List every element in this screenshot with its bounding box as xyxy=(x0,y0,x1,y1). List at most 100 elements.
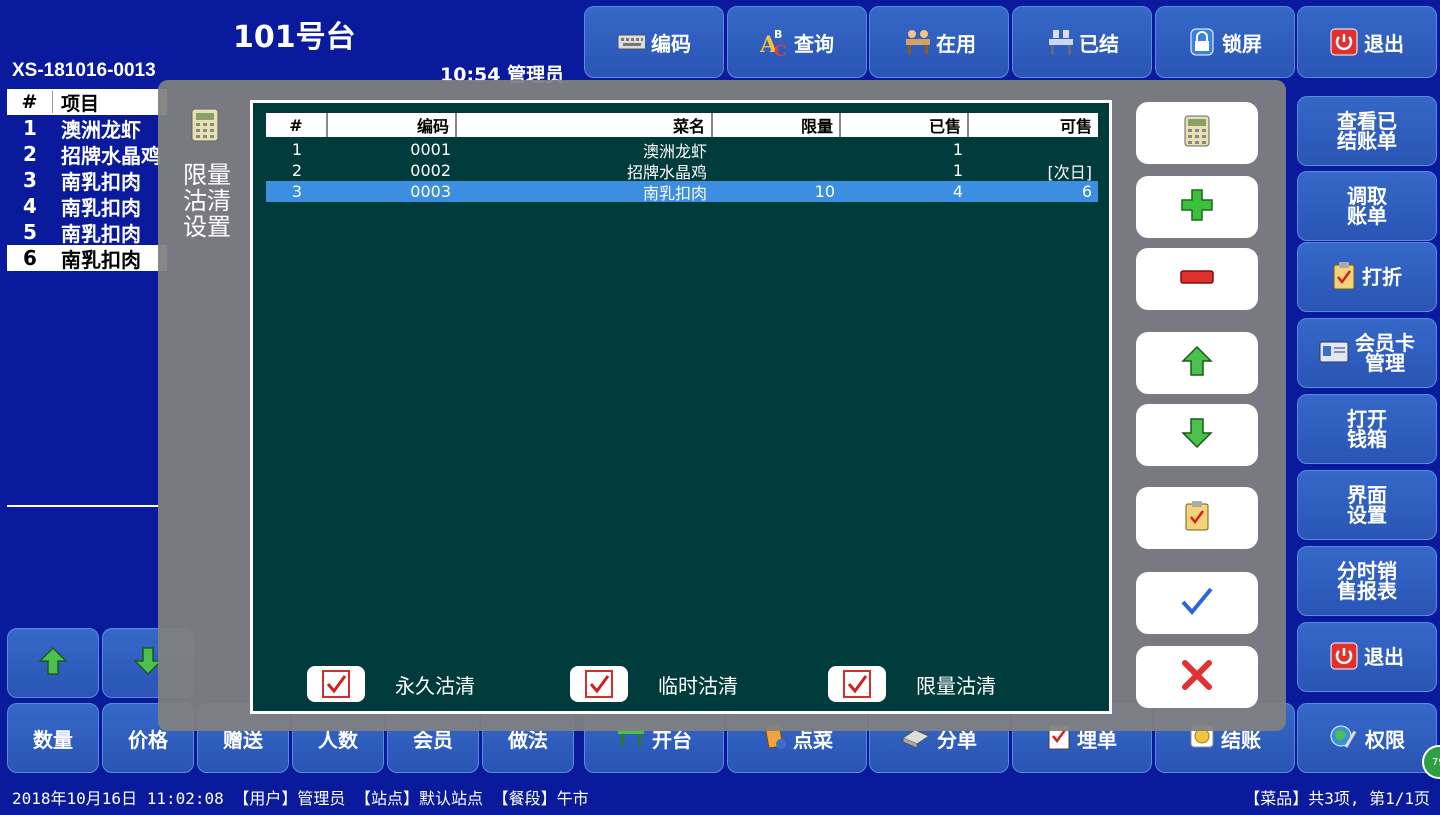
quantity-button[interactable]: 数量 xyxy=(7,703,99,773)
scroll-up-button[interactable] xyxy=(7,628,99,698)
table-row[interactable]: 2 0002 招牌水晶鸡 1 [次日] xyxy=(266,160,1098,182)
calculator-button[interactable] xyxy=(1136,102,1258,164)
list-item-name: 南乳扣肉 xyxy=(61,221,141,246)
search-label: 查询 xyxy=(794,31,834,56)
discount-button[interactable]: 打折 xyxy=(1297,242,1437,312)
cell-available: [次日] xyxy=(1047,162,1093,182)
limit-sold-out-label: 限量沽清 xyxy=(916,673,996,698)
hourly-sales-report-label: 分时销 售报表 xyxy=(1337,559,1397,603)
move-down-button[interactable] xyxy=(1136,404,1258,466)
cancel-button[interactable] xyxy=(1136,646,1258,708)
settled-table-icon xyxy=(1045,28,1073,56)
list-item-num: 6 xyxy=(23,246,37,270)
lock-label: 锁屏 xyxy=(1222,31,1262,56)
cancel-x-icon xyxy=(1181,659,1213,695)
grid-header: # 编码 菜名 限量 已售 可售 xyxy=(266,113,1098,137)
table-row[interactable]: 1 0001 澳洲龙虾 1 xyxy=(266,139,1098,161)
cell-available: 6 xyxy=(1081,182,1092,201)
list-item-name: 澳洲龙虾 xyxy=(61,117,141,142)
sold-out-limit-dialog: 限量 沽清 设置 # 编码 菜名 限量 已售 可售 1 0001 澳洲龙虾 1 … xyxy=(158,80,1286,731)
code-button[interactable]: 编码 xyxy=(584,6,724,78)
order-number: XS-181016-0013 xyxy=(12,60,156,81)
ui-settings-label: 界面 设置 xyxy=(1347,483,1387,527)
discount-label: 打折 xyxy=(1362,265,1402,289)
list-item-name: 招牌水晶鸡 xyxy=(61,143,161,168)
cell-limit: 10 xyxy=(814,182,835,201)
permanent-sold-out-checkbox[interactable]: 永久沽清 xyxy=(307,666,475,702)
confirm-button[interactable] xyxy=(1136,572,1258,634)
exit-button-side[interactable]: 退出 xyxy=(1297,622,1437,692)
exit-label: 退出 xyxy=(1364,31,1404,56)
settled-button[interactable]: 已结 xyxy=(1012,6,1152,78)
cell-name: 澳洲龙虾 xyxy=(642,141,707,161)
list-item[interactable]: 4 南乳扣肉 xyxy=(7,193,167,220)
permanent-sold-out-label: 永久沽清 xyxy=(395,673,475,698)
list-item-name: 南乳扣肉 xyxy=(61,247,141,272)
search-abc-icon: ACB xyxy=(760,28,788,58)
col-available-header[interactable]: 可售 xyxy=(969,113,1098,137)
cell-num: 1 xyxy=(291,140,303,159)
permissions-label: 权限 xyxy=(1365,727,1405,752)
quantity-label: 数量 xyxy=(33,727,73,752)
keyboard-icon xyxy=(617,28,645,56)
view-settled-bills-label: 查看已 结账单 xyxy=(1337,109,1397,153)
edit-button[interactable] xyxy=(1136,487,1258,549)
arrow-down-icon xyxy=(1180,416,1214,454)
col-sold-header[interactable]: 已售 xyxy=(841,113,969,137)
col-limit-header[interactable]: 限量 xyxy=(713,113,841,137)
in-use-button[interactable]: 在用 xyxy=(869,6,1009,78)
dialog-title-line: 设置 xyxy=(183,213,231,241)
add-button[interactable] xyxy=(1136,176,1258,238)
view-settled-bills-button[interactable]: 查看已 结账单 xyxy=(1297,96,1437,166)
cell-sold: 1 xyxy=(952,161,963,180)
list-item-num: 2 xyxy=(23,142,37,166)
dialog-title-line: 沽清 xyxy=(183,187,231,215)
limit-sold-out-checkbox[interactable]: 限量沽清 xyxy=(828,666,996,702)
exit-button-top[interactable]: 退出 xyxy=(1297,6,1437,78)
cell-code: 0002 xyxy=(410,161,451,180)
list-item[interactable]: 2 招牌水晶鸡 xyxy=(7,141,167,168)
check-icon xyxy=(585,670,613,698)
checkbox-box xyxy=(307,666,365,702)
member-card-button[interactable]: 会员卡 管理 xyxy=(1297,318,1437,388)
table-row-selected[interactable]: 3 0003 南乳扣肉 10 4 6 xyxy=(266,181,1098,203)
open-cash-drawer-button[interactable]: 打开 钱箱 xyxy=(1297,394,1437,464)
list-item-selected[interactable]: 6 南乳扣肉 xyxy=(7,245,167,272)
retrieve-bill-button[interactable]: 调取 账单 xyxy=(1297,171,1437,241)
ui-settings-button[interactable]: 界面 设置 xyxy=(1297,470,1437,540)
status-left: 2018年10月16日 11:02:08 【用户】管理员 【站点】默认站点 【餐… xyxy=(12,788,589,808)
in-use-label: 在用 xyxy=(936,31,976,56)
order-list-header: # 项目 xyxy=(7,89,167,115)
lock-screen-button[interactable]: 锁屏 xyxy=(1155,6,1295,78)
move-up-button[interactable] xyxy=(1136,332,1258,394)
list-item-name: 南乳扣肉 xyxy=(61,169,141,194)
temporary-sold-out-checkbox[interactable]: 临时沽清 xyxy=(570,666,738,702)
arrow-up-icon xyxy=(37,645,69,681)
list-item[interactable]: 3 南乳扣肉 xyxy=(7,167,167,194)
list-item-num: 1 xyxy=(23,116,37,140)
status-bar: 2018年10月16日 11:02:08 【用户】管理员 【站点】默认站点 【餐… xyxy=(0,778,1440,815)
cell-num: 2 xyxy=(291,161,303,180)
cell-limit xyxy=(713,160,841,181)
temporary-sold-out-label: 临时沽清 xyxy=(658,673,738,698)
power-icon xyxy=(1330,28,1358,56)
retrieve-bill-label: 调取 账单 xyxy=(1347,184,1387,228)
remove-button[interactable] xyxy=(1136,248,1258,310)
list-item[interactable]: 5 南乳扣肉 xyxy=(7,219,167,246)
plus-icon xyxy=(1179,187,1215,227)
clipboard-check-icon xyxy=(1332,261,1356,294)
exit-label: 退出 xyxy=(1364,645,1404,669)
col-code-header[interactable]: 编码 xyxy=(328,113,457,137)
order-list-header-num: # xyxy=(7,91,53,113)
permissions-button[interactable]: 权限 xyxy=(1297,703,1437,773)
hourly-sales-report-button[interactable]: 分时销 售报表 xyxy=(1297,546,1437,616)
search-button[interactable]: ACB 查询 xyxy=(727,6,867,78)
list-item[interactable]: 1 澳洲龙虾 xyxy=(7,115,167,142)
col-num-header[interactable]: # xyxy=(266,113,328,137)
svg-text:B: B xyxy=(774,28,782,41)
dialog-title-line: 限量 xyxy=(183,161,231,189)
dialog-title: 限量 沽清 设置 xyxy=(180,162,234,240)
col-name-header[interactable]: 菜名 xyxy=(457,113,713,137)
settled-label: 已结 xyxy=(1079,31,1119,56)
list-item-num: 3 xyxy=(23,168,37,192)
